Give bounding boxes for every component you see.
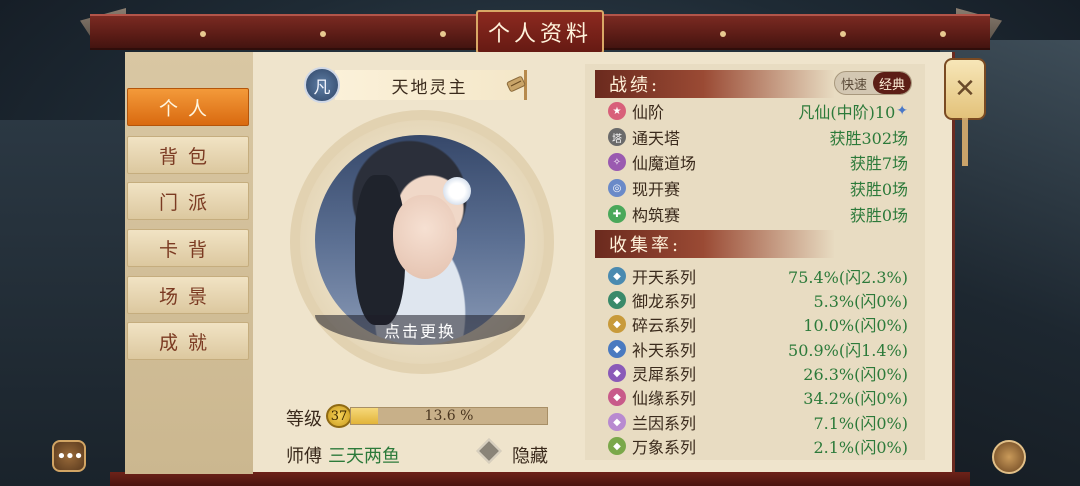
arena-icon: ✧ <box>608 153 626 171</box>
background-mountain-left <box>0 120 130 486</box>
menu-icon[interactable] <box>992 440 1026 474</box>
record-row: ✧ 仙魔道场 获胜7场 <box>608 151 908 173</box>
collection-section-title: 收集率: <box>595 230 835 258</box>
rank-badge-icon: 凡 <box>304 67 340 103</box>
sparkle-icon: ✦ <box>896 103 908 119</box>
yulong-series-icon: ◆ <box>608 291 626 309</box>
butian-series-icon: ◆ <box>608 340 626 358</box>
record-row: ✚ 构筑赛 获胜0场 <box>608 203 908 225</box>
collection-row: ◆ 开天系列 75.4%(闪2.3%) <box>608 265 908 287</box>
player-name: 天地灵主 <box>335 70 527 100</box>
xianyuan-series-icon: ◆ <box>608 388 626 406</box>
sidebar-item-sect[interactable]: 门派 <box>127 182 249 220</box>
collection-row: ◆ 兰因系列 7.1%(闪0%) <box>608 411 908 433</box>
sidebar-item-cardback[interactable]: 卡背 <box>127 229 249 267</box>
collection-row: ◆ 御龙系列 5.3%(闪0%) <box>608 289 908 311</box>
level-label: 等级 <box>286 409 322 430</box>
sidebar: 个人 背包 门派 卡背 场景 成就 <box>125 52 253 474</box>
wanxiang-series-icon: ◆ <box>608 437 626 455</box>
record-row: ◎ 现开赛 获胜0场 <box>608 177 908 199</box>
mode-toggle[interactable]: 快速 经典 <box>834 71 912 95</box>
hide-label: 隐藏 <box>512 446 548 467</box>
exp-percent: 13.6 % <box>424 408 474 424</box>
edit-icon[interactable] <box>506 74 526 94</box>
collection-row: ◆ 补天系列 50.9%(闪1.4%) <box>608 338 908 360</box>
collection-row: ◆ 碎云系列 10.0%(闪0%) <box>608 313 908 335</box>
lingxi-series-icon: ◆ <box>608 364 626 382</box>
collection-row: ◆ 灵犀系列 26.3%(闪0%) <box>608 362 908 384</box>
master-name[interactable]: 三天两鱼 <box>328 442 400 468</box>
build-icon: ✚ <box>608 205 626 223</box>
sidebar-item-backpack[interactable]: 背包 <box>127 136 249 174</box>
record-section-title: 战绩: <box>595 70 835 98</box>
tower-icon: 塔 <box>608 128 626 146</box>
collection-row: ◆ 仙缘系列 34.2%(闪0%) <box>608 386 908 408</box>
star-icon: ★ <box>608 102 626 120</box>
exp-progress-bar: 13.6 % <box>350 407 548 425</box>
level-badge: 37 <box>326 404 352 428</box>
record-row: ★ 仙阶 凡仙(中阶)10 ✦ <box>608 100 908 122</box>
kaitian-series-icon: ◆ <box>608 267 626 285</box>
close-icon[interactable]: ✕ <box>944 58 986 120</box>
sidebar-item-personal[interactable]: 个人 <box>127 88 249 126</box>
suiyun-series-icon: ◆ <box>608 315 626 333</box>
toggle-quick[interactable]: 快速 <box>835 72 873 94</box>
collection-row: ◆ 万象系列 2.1%(闪0%) <box>608 435 908 457</box>
sidebar-item-scene[interactable]: 场景 <box>127 276 249 314</box>
lanyin-series-icon: ◆ <box>608 413 626 431</box>
toggle-classic[interactable]: 经典 <box>873 72 911 94</box>
sidebar-item-achievement[interactable]: 成就 <box>127 322 249 360</box>
match-icon: ◎ <box>608 179 626 197</box>
avatar[interactable] <box>315 135 525 345</box>
page-title: 个人资料 <box>476 10 604 54</box>
record-row: 塔 通天塔 获胜302场 <box>608 126 908 148</box>
lantern-tassel <box>962 118 968 166</box>
bottom-frame <box>110 472 970 486</box>
chat-icon[interactable]: ••• <box>52 440 86 472</box>
master-label: 师傅 <box>286 446 322 467</box>
